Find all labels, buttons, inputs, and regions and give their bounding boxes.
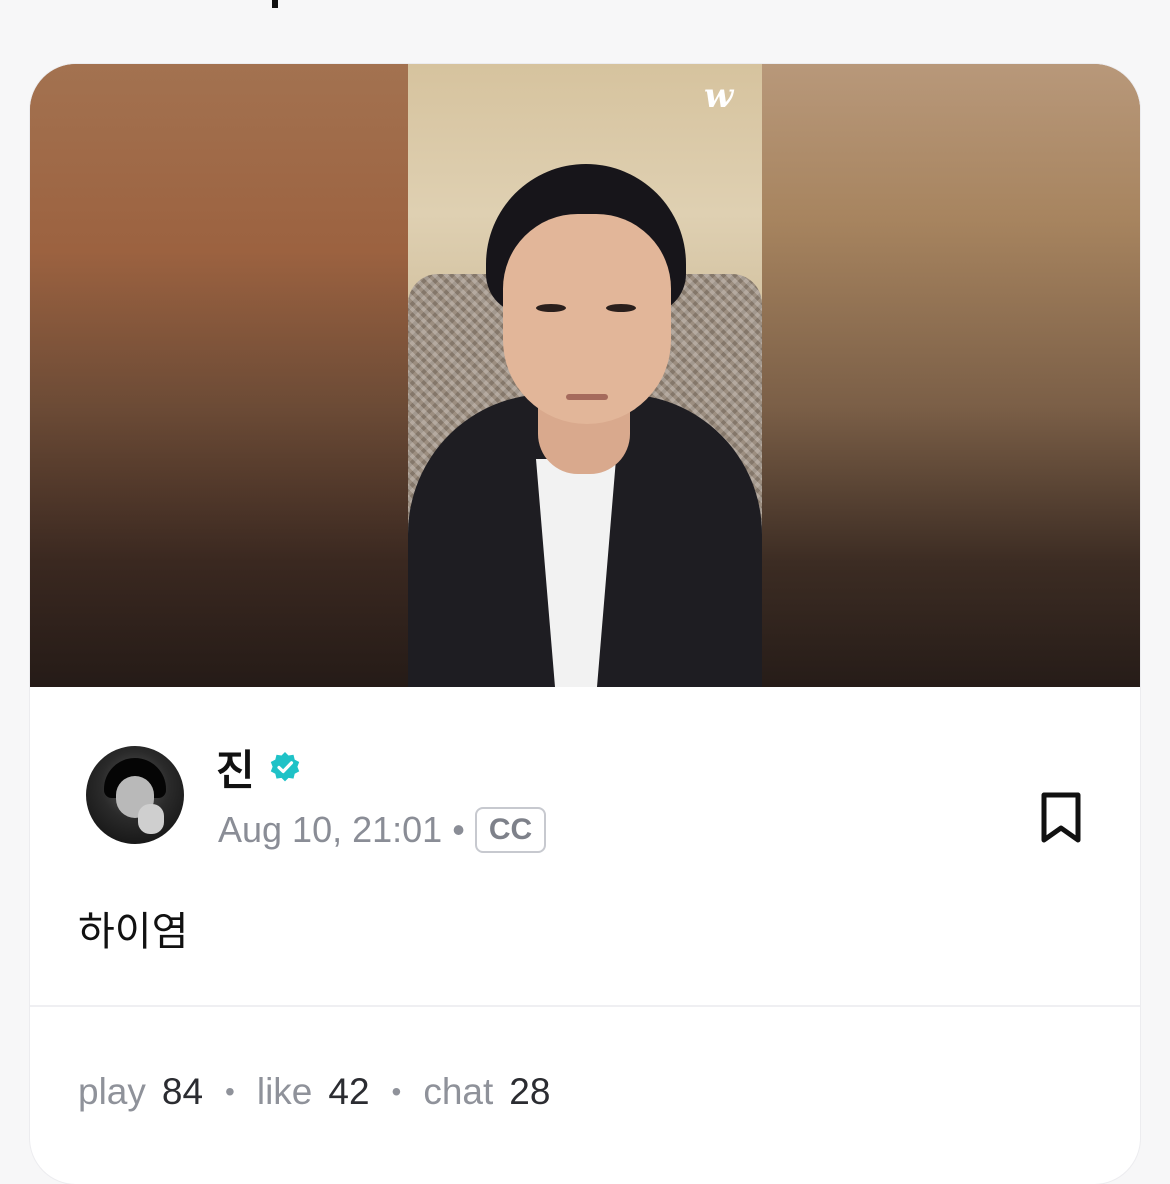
stat-separator: • (225, 1076, 235, 1107)
author-name[interactable]: 진 (216, 737, 255, 798)
chat-count: 28 (509, 1071, 551, 1112)
video-player[interactable]: w (30, 64, 1140, 687)
post-date: Aug 10, 21:01 (218, 809, 443, 850)
like-label: like (256, 1071, 313, 1112)
video-thumbnail[interactable]: w (408, 64, 762, 687)
chat-label: chat (423, 1071, 494, 1112)
author-row: 진 (216, 743, 301, 794)
play-label: play (78, 1071, 146, 1112)
like-count: 42 (328, 1071, 370, 1112)
post-meta: Aug 10, 21:01 • CC (218, 807, 547, 853)
bookmark-icon[interactable] (1036, 791, 1086, 845)
divider (30, 1005, 1140, 1007)
cc-badge: CC (474, 807, 547, 853)
video-blur-left (30, 64, 408, 687)
cut-off-header-glyph (272, 0, 278, 8)
post-stats: play 84 • like 42 • chat 28 (78, 1071, 550, 1113)
post-text: 하이염 (78, 910, 189, 954)
stat-separator: • (391, 1076, 402, 1107)
meta-separator: • (452, 809, 465, 850)
weverse-logo-watermark: w (704, 76, 734, 116)
play-count: 84 (161, 1071, 204, 1112)
video-blur-right (762, 64, 1140, 687)
post-card: w 진 Aug 10, 21:01 • CC 하이염 play 84 • lik… (30, 64, 1140, 1184)
top-strip (0, 0, 1170, 64)
avatar[interactable] (86, 746, 184, 844)
verified-badge-icon (270, 752, 299, 782)
